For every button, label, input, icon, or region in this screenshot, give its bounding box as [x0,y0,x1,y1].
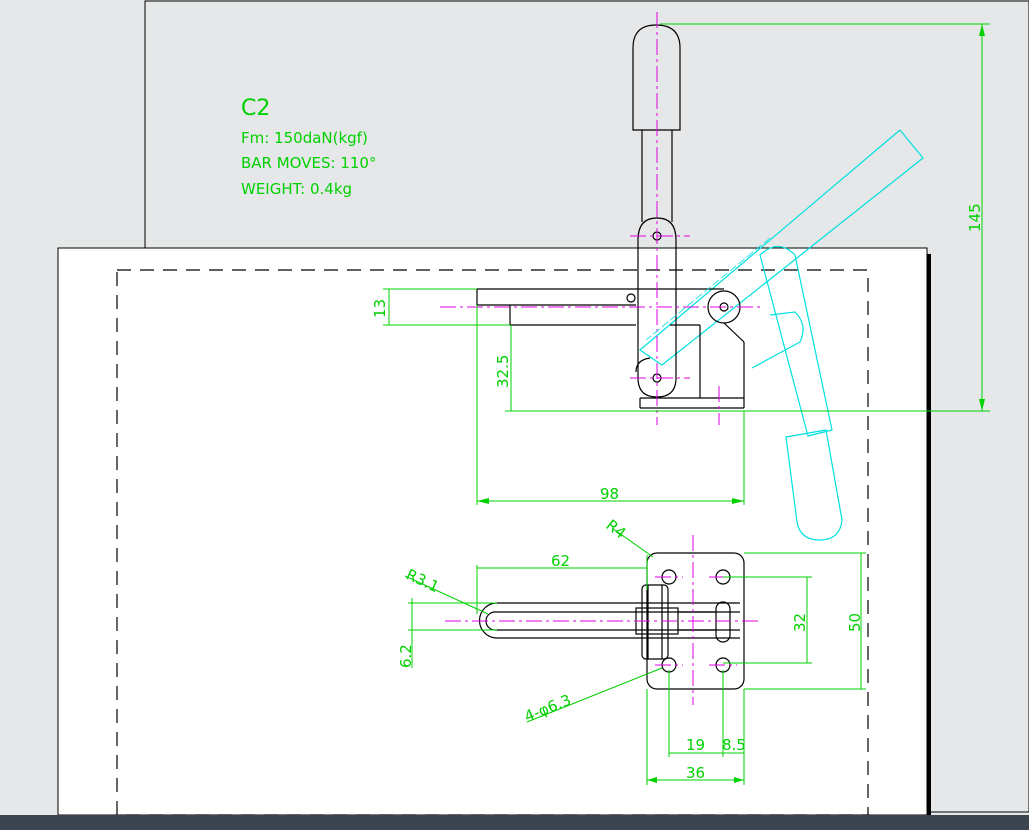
spec-model: C2 [241,96,270,121]
dim-32-5: 32.5 [494,355,512,388]
dim-13: 13 [371,299,389,318]
dim-50: 50 [846,613,864,632]
dim-145: 145 [966,203,984,232]
dim-98: 98 [600,485,619,503]
dim-32: 32 [791,613,809,632]
spec-weight: WEIGHT: 0.4kg [241,180,352,198]
dim-6-2: 6.2 [397,644,415,668]
dim-36: 36 [686,764,705,782]
dim-8-5: 8.5 [722,736,746,754]
drawing-sheet [57,247,928,816]
drawing-canvas[interactable]: C2 Fm: 150daN(kgf) BAR MOVES: 110° WEIGH… [0,0,1029,830]
spec-force: Fm: 150daN(kgf) [241,129,368,147]
dim-62: 62 [551,552,570,570]
dim-19: 19 [686,736,705,754]
spec-bar-moves: BAR MOVES: 110° [241,154,376,172]
status-bar [0,815,1029,830]
